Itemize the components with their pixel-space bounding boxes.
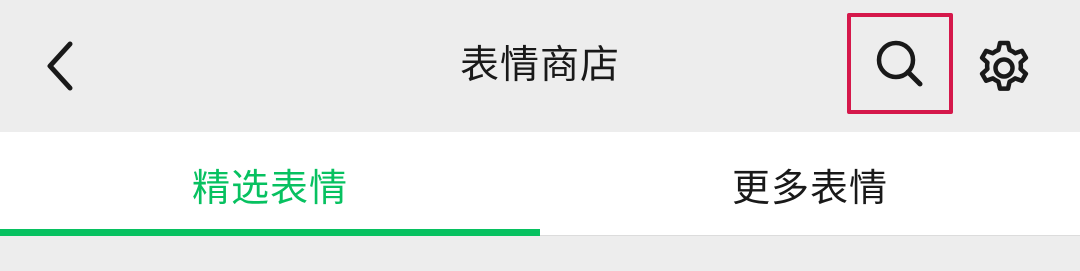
gear-icon <box>979 40 1029 91</box>
search-button[interactable] <box>847 13 953 114</box>
content-area <box>0 236 1080 271</box>
tab-label: 更多表情 <box>731 165 888 210</box>
tab-featured-stickers[interactable]: 精选表情 <box>0 132 540 236</box>
back-button[interactable] <box>22 28 98 104</box>
chevron-left-icon <box>47 41 73 91</box>
tab-label: 精选表情 <box>191 165 348 210</box>
navigation-bar: 表情商店 <box>0 0 1080 132</box>
tab-bar: 精选表情 更多表情 <box>0 132 1080 236</box>
tab-more-stickers[interactable]: 更多表情 <box>540 132 1080 236</box>
search-icon <box>876 40 923 86</box>
active-tab-indicator <box>0 229 540 236</box>
settings-button[interactable] <box>966 30 1042 106</box>
